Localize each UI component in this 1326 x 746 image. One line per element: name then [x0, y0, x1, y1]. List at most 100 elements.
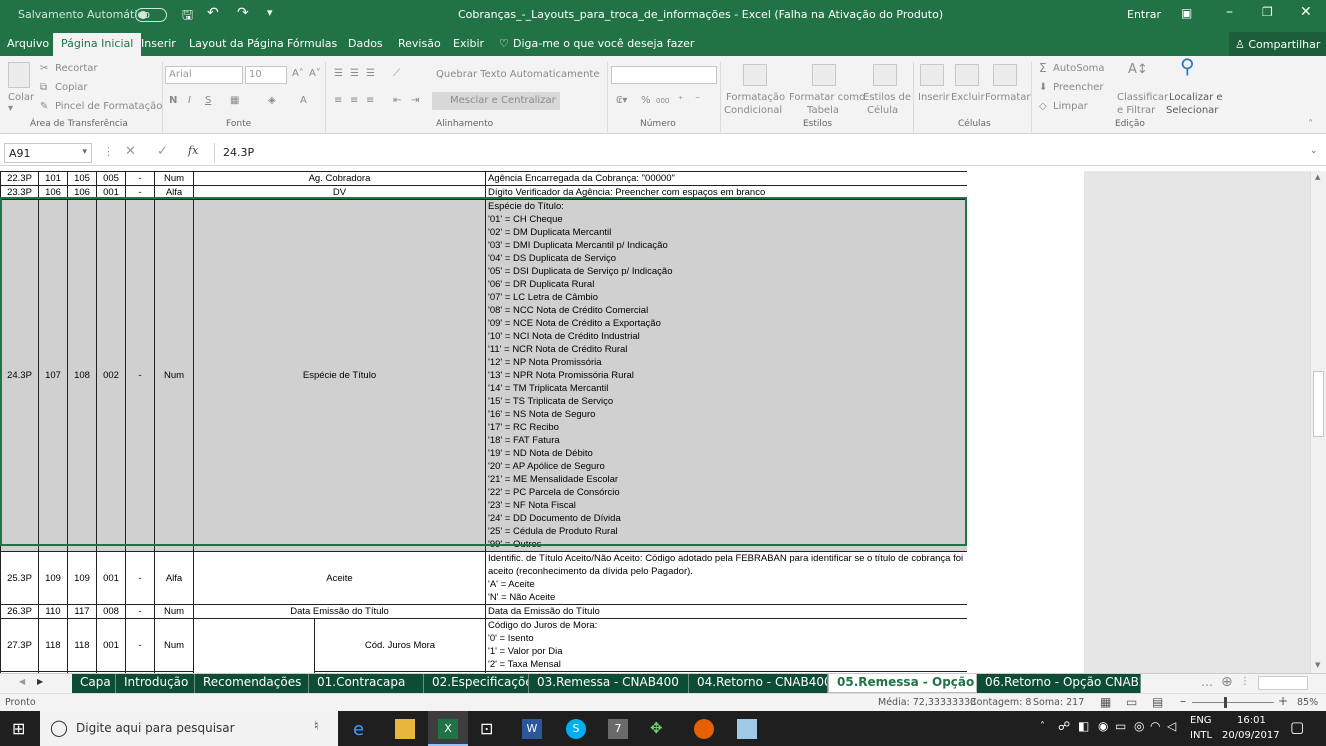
- description-cell[interactable]: Código do Juros de Mora: '0' = Isento '1' …: [485, 618, 968, 672]
- pos-end-cell[interactable]: 105: [67, 171, 97, 186]
- font-name-select[interactable]: Arial: [165, 66, 243, 84]
- customize-toolbar-icon[interactable]: ▾: [267, 6, 273, 19]
- pos-start-cell[interactable]: 101: [38, 171, 68, 186]
- pos-end-cell[interactable]: 108: [67, 199, 97, 552]
- word-icon[interactable]: W: [522, 719, 542, 739]
- vertical-scrollbar[interactable]: ▲ ▼: [1310, 171, 1326, 673]
- cut-button[interactable]: Recortar: [55, 63, 98, 75]
- field-id-cell[interactable]: 26.3P: [0, 604, 39, 619]
- tab-arquivo[interactable]: Arquivo: [7, 37, 49, 50]
- align-top-icon[interactable]: ☰: [334, 68, 343, 80]
- sheet-tab[interactable]: 02.Especificações do Boleto: [424, 674, 529, 693]
- store-icon[interactable]: ⊡: [480, 719, 500, 739]
- tab-formulas[interactable]: Fórmulas: [287, 37, 337, 50]
- zoom-slider[interactable]: [1192, 702, 1274, 703]
- format-painter-button[interactable]: Pincel de Formatação: [55, 101, 162, 113]
- type-cell[interactable]: Num: [154, 604, 194, 619]
- field-name-cell[interactable]: Cód. Juros Mora: [314, 618, 486, 672]
- description-cell[interactable]: Agência Encarregada da Cobrança: "00000": [485, 171, 968, 186]
- file-explorer-icon[interactable]: [395, 719, 415, 739]
- table-row[interactable]: 23.3P 106 106 001- Alfa DV Dígito Verificador …: [0, 185, 968, 200]
- number-format-select[interactable]: [611, 66, 717, 84]
- share-button[interactable]: ♙ Compartilhar: [1229, 32, 1326, 56]
- clear-button[interactable]: Limpar: [1053, 101, 1088, 113]
- sign-in-link[interactable]: Entrar: [1127, 8, 1161, 21]
- language-indicator[interactable]: ENG: [1190, 715, 1212, 726]
- description-cell[interactable]: Espécie do Título: '01' = CH Cheque '02' =…: [485, 199, 968, 552]
- more-sheets-icon[interactable]: …: [1201, 675, 1213, 689]
- merge-center-button[interactable]: Mesclar e Centralizar: [432, 92, 560, 110]
- skype-icon[interactable]: S: [566, 719, 586, 739]
- decimals-cell[interactable]: -: [125, 618, 155, 672]
- group-cell[interactable]: Juros: [193, 618, 315, 673]
- wrap-text-button[interactable]: Quebrar Texto Automaticamente: [436, 69, 599, 81]
- hscroll-menu-icon[interactable]: ⋮: [1240, 676, 1250, 687]
- excel-taskbar-item[interactable]: X: [428, 711, 468, 746]
- formula-input[interactable]: 24.3P: [214, 143, 1322, 163]
- firefox-icon[interactable]: [694, 719, 714, 739]
- field-id-cell[interactable]: 25.3P: [0, 551, 39, 605]
- insert-cells-button[interactable]: Inserir: [918, 92, 950, 104]
- scroll-down-icon[interactable]: ▼: [1315, 661, 1320, 669]
- enter-icon[interactable]: ✓: [157, 144, 168, 159]
- underline-icon[interactable]: S: [205, 95, 211, 107]
- align-bottom-icon[interactable]: ☰: [366, 68, 375, 80]
- sheet-tab[interactable]: 05.Remessa - Opção CNAB240: [828, 674, 977, 693]
- show-hidden-icons[interactable]: ˄: [1040, 721, 1045, 732]
- cancel-icon[interactable]: ✕: [125, 144, 136, 159]
- collapse-ribbon-icon[interactable]: ˄: [1308, 119, 1313, 131]
- undo-icon[interactable]: ↶: [207, 5, 219, 21]
- type-cell[interactable]: Num: [154, 171, 194, 186]
- decimals-cell[interactable]: -: [125, 551, 155, 605]
- decimal-decrease-icon[interactable]: ⁻: [695, 95, 700, 107]
- decimals-cell[interactable]: -: [125, 185, 155, 200]
- font-color-icon[interactable]: A: [300, 95, 307, 107]
- snipping-tool-icon[interactable]: [737, 719, 757, 739]
- microphone-icon[interactable]: ♮: [314, 719, 319, 734]
- tray-app3-icon[interactable]: ◎: [1134, 719, 1144, 733]
- network-app-icon[interactable]: ✥: [650, 719, 670, 739]
- align-left-icon[interactable]: ≡: [334, 95, 342, 107]
- format-table-button[interactable]: Formatar como: [789, 92, 865, 104]
- tell-me-box[interactable]: Diga-me o que você deseja fazer: [513, 37, 694, 50]
- table-row[interactable]: 25.3P 109 109 001- Alfa Aceite Identific. de T…: [0, 551, 968, 605]
- empty-cells[interactable]: [967, 171, 1084, 673]
- tab-dados[interactable]: Dados: [348, 37, 383, 50]
- table-row[interactable]: 27.3P118118001-NumJurosCód. Juros MoraCó…: [0, 618, 968, 673]
- sheet-tab[interactable]: 04.Retorno - CNAB400: [689, 674, 828, 693]
- onenote-tray-icon[interactable]: ◧: [1078, 719, 1089, 733]
- field-id-cell[interactable]: 23.3P: [0, 185, 39, 200]
- sheet-tab[interactable]: Introdução: [116, 674, 195, 693]
- bold-icon[interactable]: N: [169, 95, 177, 107]
- thousands-icon[interactable]: 000: [656, 95, 669, 107]
- delete-cells-button[interactable]: Excluir: [951, 92, 985, 104]
- type-cell[interactable]: Num: [154, 199, 194, 552]
- expand-formula-icon[interactable]: ⌄: [1310, 146, 1318, 156]
- conditional-format-button[interactable]: Formatação: [726, 92, 785, 104]
- sheet-tab[interactable]: 06.Retorno - Opção CNAB24: [977, 674, 1141, 693]
- field-id-cell[interactable]: 27.3P: [0, 618, 39, 672]
- field-name-cell[interactable]: DV: [193, 185, 486, 200]
- minimize-icon[interactable]: –: [1226, 4, 1233, 20]
- sheet-tab[interactable]: 03.Remessa - CNAB400: [529, 674, 689, 693]
- borders-icon[interactable]: ▦: [230, 95, 239, 107]
- volume-icon[interactable]: ◁: [1167, 719, 1176, 733]
- table-row[interactable]: 26.3P 110 117 008- Num Data Emissão do Título…: [0, 604, 968, 619]
- scroll-thumb[interactable]: [1313, 371, 1324, 437]
- orientation-icon[interactable]: ⟋: [393, 68, 400, 80]
- autosave-toggle[interactable]: [135, 8, 167, 22]
- battery-icon[interactable]: ▭: [1115, 719, 1126, 733]
- field-id-cell[interactable]: 24.3P: [0, 199, 39, 552]
- italic-icon[interactable]: I: [188, 95, 191, 107]
- fill-button[interactable]: Preencher: [1053, 82, 1104, 94]
- cell-styles-button[interactable]: Estilos de: [863, 92, 911, 104]
- horizontal-scrollbar[interactable]: [1258, 676, 1308, 690]
- description-cell[interactable]: Data da Emissão do Título: [485, 604, 968, 619]
- digits-cell[interactable]: 001: [96, 618, 126, 672]
- windows-start-icon[interactable]: ⊞: [12, 719, 25, 738]
- digits-cell[interactable]: 005: [96, 171, 126, 186]
- tab-exibir[interactable]: Exibir: [453, 37, 484, 50]
- name-box-dropdown-icon[interactable]: ▾: [82, 147, 87, 157]
- pos-start-cell[interactable]: 107: [38, 199, 68, 552]
- field-id-cell[interactable]: 22.3P: [0, 171, 39, 186]
